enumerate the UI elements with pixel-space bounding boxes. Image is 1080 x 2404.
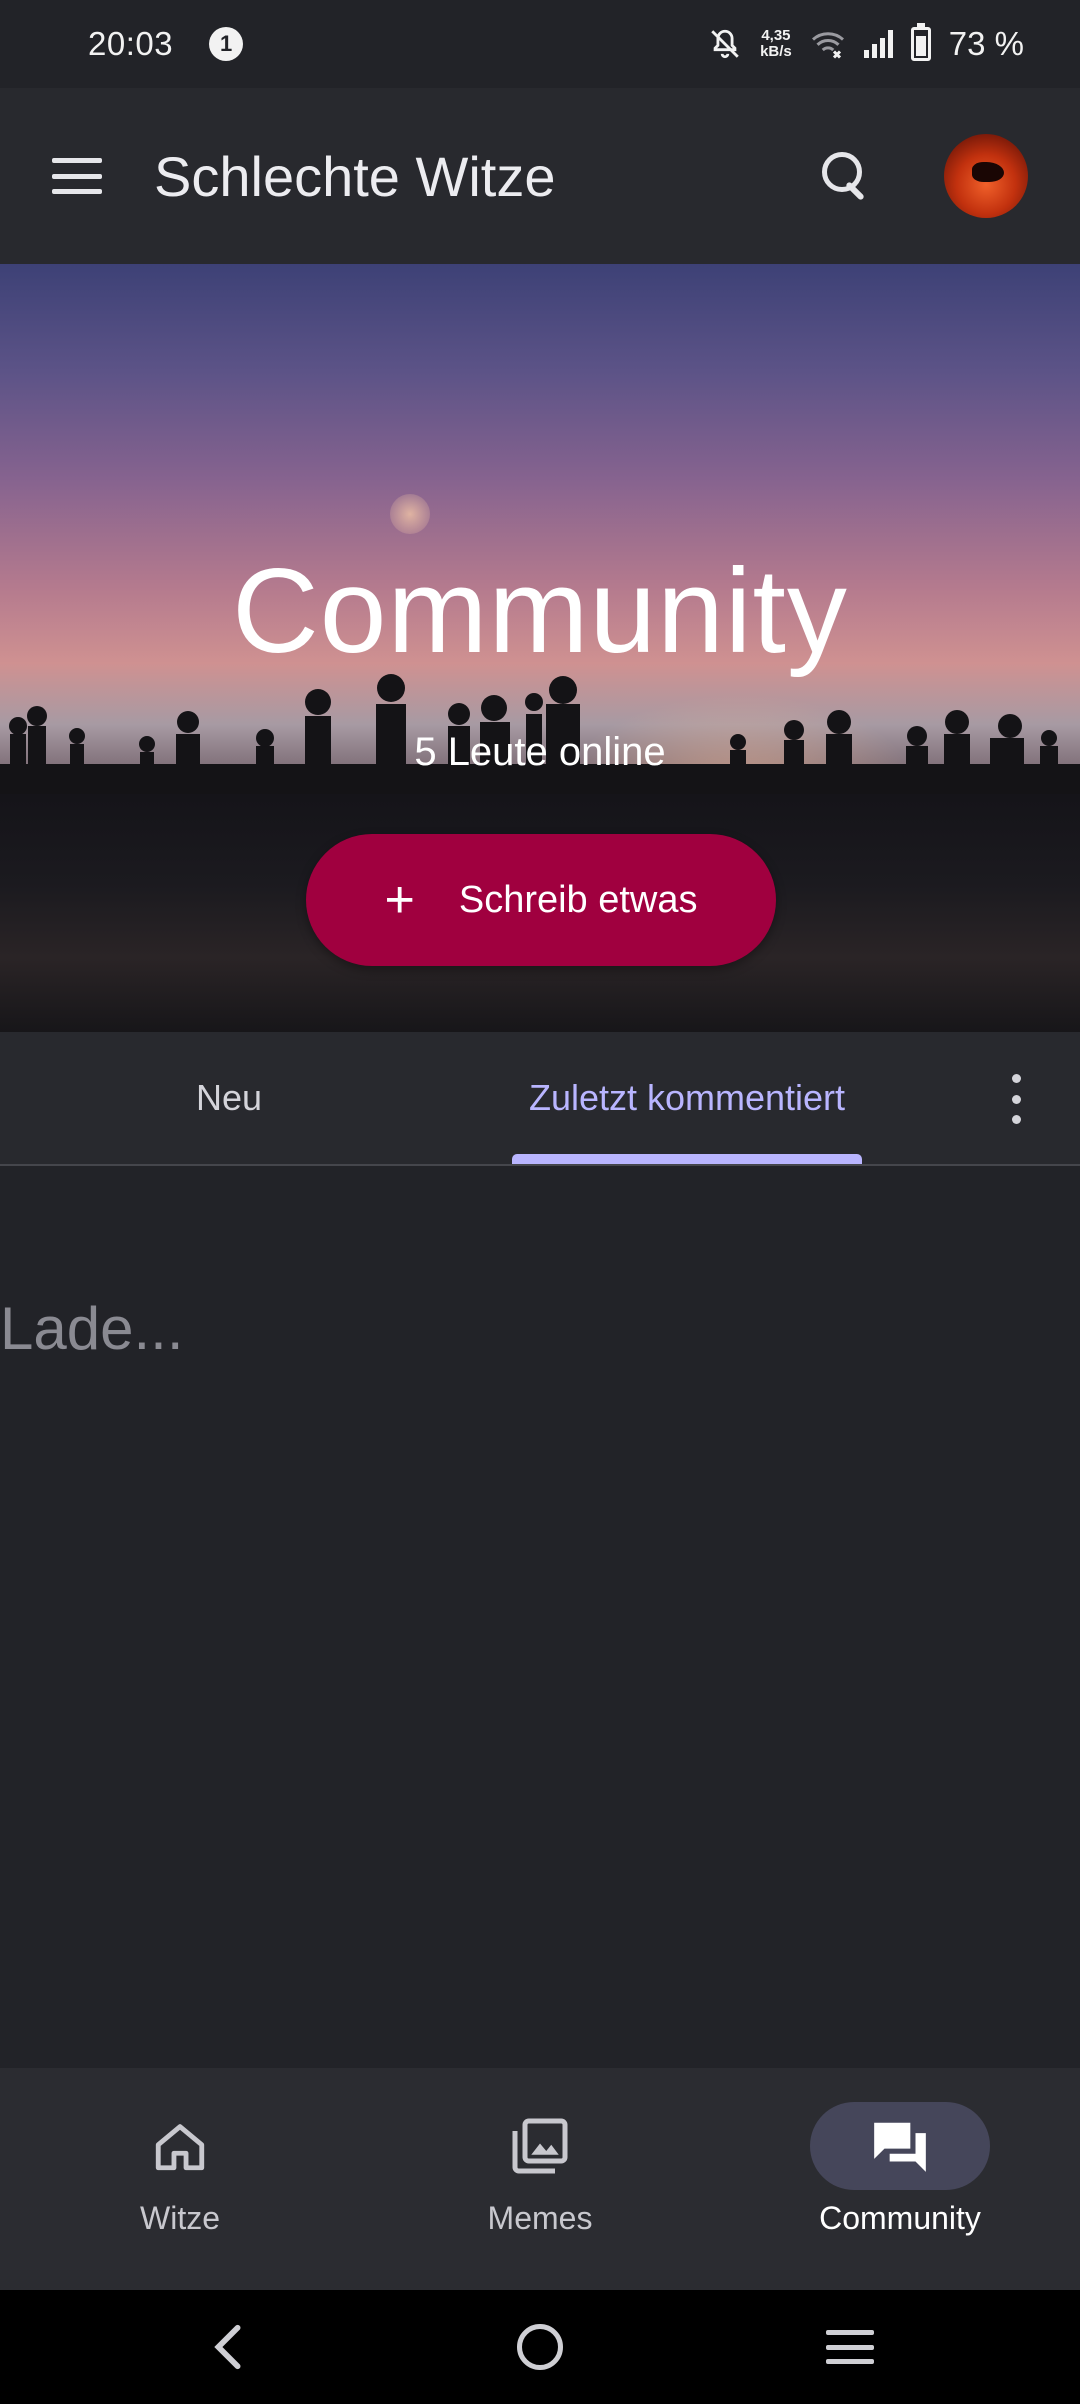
search-icon[interactable] (818, 148, 874, 204)
nav-icon-container (450, 2102, 630, 2190)
tab-indicator (512, 1154, 862, 1164)
nav-item-witze[interactable]: Witze (0, 2068, 360, 2290)
system-back-button[interactable] (168, 2290, 288, 2404)
write-post-button[interactable]: + Schreib etwas (306, 834, 776, 966)
notification-badge: 1 (209, 27, 244, 61)
avatar[interactable] (944, 134, 1028, 218)
nav-label-witze: Witze (140, 2200, 220, 2236)
home-circle-icon (517, 2324, 563, 2370)
nav-icon-container (90, 2102, 270, 2190)
recents-icon (826, 2330, 874, 2364)
tab-recently-commented[interactable]: Zuletzt kommentiert (458, 1032, 916, 1164)
write-post-label: Schreib etwas (458, 878, 698, 921)
online-count: 5 Leute online (414, 730, 666, 774)
app-bar: Schlechte Witze (0, 88, 1080, 264)
hero-banner: Community 5 Leute online + Schreib etwas (0, 264, 1080, 1032)
status-bar: 20:03 1 4,35 kB/s 73 % (0, 0, 1080, 88)
nav-item-memes[interactable]: Memes (360, 2068, 720, 2290)
more-vert-icon[interactable] (998, 1074, 1034, 1124)
net-speed-unit: kB/s (760, 43, 792, 60)
gallery-icon (512, 2118, 568, 2174)
battery-percent: 73 % (948, 25, 1024, 62)
hero-title: Community (232, 544, 848, 678)
menu-icon[interactable] (52, 158, 102, 194)
post-list: Lade... (0, 1166, 1080, 2068)
bottom-navigation: Witze Memes Community (0, 2068, 1080, 2290)
status-icons: 4,35 kB/s 73 % (708, 23, 1024, 63)
forum-icon (874, 2122, 926, 2172)
back-chevron-icon (214, 2324, 241, 2370)
home-icon (155, 2124, 205, 2171)
wifi-off-icon (811, 32, 844, 59)
system-home-button[interactable] (480, 2290, 600, 2404)
net-speed: 4,35 kB/s (760, 28, 792, 60)
nav-label-memes: Memes (487, 2200, 593, 2236)
lens-flare (390, 494, 430, 534)
nav-item-community[interactable]: Community (720, 2068, 1080, 2290)
status-time: 20:03 (88, 25, 174, 62)
system-recents-button[interactable] (790, 2290, 910, 2404)
system-navigation-bar (0, 2290, 1080, 2404)
nav-label-community: Community (819, 2200, 981, 2236)
net-speed-value: 4,35 (761, 27, 791, 44)
signal-icon (863, 30, 893, 58)
sort-tabs: Neu Zuletzt kommentiert (0, 1032, 1080, 1166)
plus-icon: + (384, 871, 415, 929)
bell-off-icon (711, 29, 739, 59)
nav-active-pill (810, 2102, 990, 2190)
battery-icon (910, 23, 931, 61)
loading-text: Lade... (0, 1295, 184, 1362)
tab-new[interactable]: Neu (0, 1032, 458, 1164)
app-title: Schlechte Witze (154, 144, 556, 208)
